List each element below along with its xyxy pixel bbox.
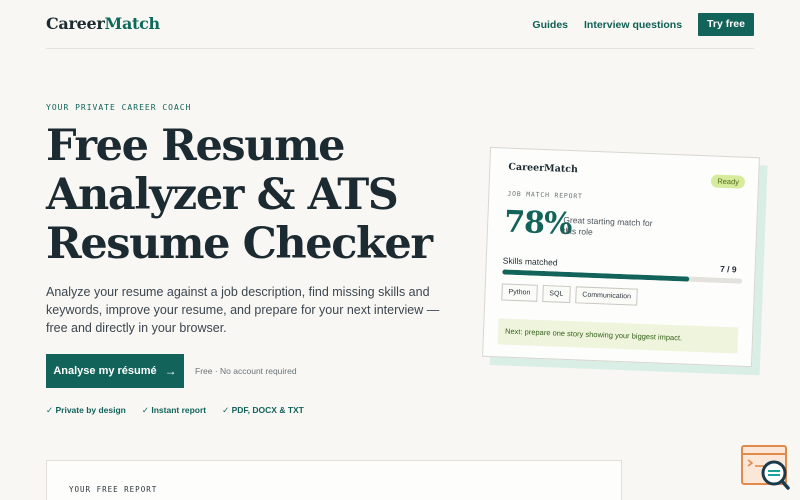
logo[interactable]: CareerMatch [46,14,160,33]
skill-chip: Communication [575,286,639,306]
skills-matched-count: 7 / 9 [719,263,737,275]
hero-title-line: Analyzer & ATS [46,170,399,220]
skills-progress-bar [502,269,743,284]
skills-matched-label: Skills matched [502,255,558,268]
free-report-panel: YOUR FREE REPORT [46,460,622,500]
logo-part-match: Match [104,14,161,33]
top-nav: Guides Interview questions Try free [532,13,754,36]
logo-part-career: Career [46,14,105,33]
site-header: CareerMatch Guides Interview questions T… [46,0,754,49]
hero-title: Free Resume Analyzer & ATS Resume Checke… [46,122,446,269]
hero-title-line: Resume Checker [46,219,433,269]
feature-item: ✓ Private by design [46,405,126,415]
skills-progress-fill [502,269,690,282]
score-note: Great starting match for this role [562,214,653,237]
report-card: CareerMatch Ready JOB MATCH REPORT 78% G… [482,146,760,368]
nav-interview-questions-link[interactable]: Interview questions [584,19,682,31]
report-preview-card: CareerMatch Ready JOB MATCH REPORT 78% G… [482,146,768,376]
arrow-right-icon: → [164,364,177,378]
hero-description: Analyze your resume against a job descri… [46,285,440,335]
skill-chip: Python [501,283,538,302]
cta-label: Analyse my résumé [53,365,157,377]
cta-note: Free · No account required [195,366,297,376]
report-label: JOB MATCH REPORT [507,189,583,201]
analyse-resume-button[interactable]: Analyse my résumé → [46,354,184,388]
feature-item: ✓ Instant report [141,405,207,415]
hero-title-line: Free Resume [46,121,346,171]
nav-guides-link[interactable]: Guides [532,19,568,31]
hero-eyebrow: YOUR PRIVATE CAREER COACH [46,103,192,112]
card-logo: CareerMatch [508,161,579,176]
feature-list: ✓ Private by design ✓ Instant report ✓ P… [46,405,304,416]
search-document-icon[interactable] [740,444,790,490]
feature-item: ✓ PDF, DOCX & TXT [222,405,304,415]
next-step-tip: Next: prepare one story showing your big… [497,318,739,354]
try-free-button[interactable]: Try free [698,13,754,36]
skill-chips: Python SQL Communication [501,283,639,306]
status-badge: Ready [711,174,746,189]
free-report-label: YOUR FREE REPORT [69,485,158,494]
skill-chip: SQL [542,285,571,304]
